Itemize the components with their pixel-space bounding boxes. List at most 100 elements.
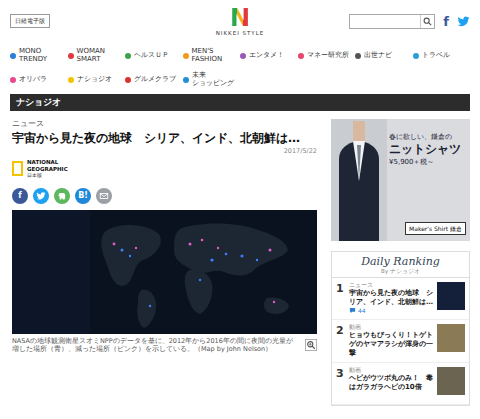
comment-icon (349, 307, 356, 314)
nav-label[interactable]: エンタメ！ (249, 52, 284, 60)
ranking-item[interactable]: 1ニュース宇宙から見た夜の地球 シリア、インド、北朝鮮は…44 (332, 278, 469, 320)
nav-label[interactable]: オリパラ (19, 76, 47, 84)
logo-mark[interactable]: N (230, 6, 250, 30)
nav-item[interactable]: 出世ナビ (355, 46, 413, 66)
ranking-number: 1 (336, 282, 345, 315)
logo-text[interactable]: NIKKEI STYLE (216, 30, 265, 37)
envelope-icon (99, 191, 109, 201)
nav-dot (68, 77, 74, 83)
nav-item[interactable]: MEN'S FASHION (183, 46, 241, 66)
twitter-share-button[interactable] (33, 188, 49, 204)
facebook-link[interactable]: f (443, 15, 449, 28)
ad-brand: Maker's Shirt 鎌倉 (405, 222, 466, 235)
twitter-icon (457, 15, 470, 28)
nav-label[interactable]: マネー研究所 (307, 52, 349, 60)
hatena-share-button[interactable]: B! (75, 188, 91, 204)
facebook-label[interactable]: f (443, 15, 449, 28)
ranking-category: ニュース (349, 282, 433, 289)
article-title: 宇宙から見た夜の地球 シリア、インド、北朝鮮は… (12, 131, 317, 147)
nav-item[interactable]: ナショジオ (68, 70, 126, 90)
night-map-image[interactable] (12, 210, 317, 334)
nav-label[interactable]: グルメクラブ (134, 76, 176, 84)
twitter-icon (36, 191, 46, 201)
comment-count[interactable]: 44 (349, 307, 433, 314)
category-nav: MONO TRENDY WOMAN SMART ヘルスＵＰ MEN'S FASHION… (0, 42, 480, 94)
article: ニュース宇宙から見た夜の地球 シリア、インド、北朝鮮は…2017/5/22NAT… (12, 119, 317, 406)
share-label[interactable]: B! (78, 192, 88, 200)
nav-item[interactable]: ヘルスＵＰ (125, 46, 183, 66)
nav-dot (10, 77, 16, 83)
article-date: 2017/5/22 (12, 147, 317, 156)
ad-line: ¥5,900＋税～ (389, 158, 466, 167)
nav-dot (125, 77, 131, 83)
ranking-title: Daily Ranking (332, 255, 469, 268)
ranking-title-link[interactable]: 宇宙から見た夜の地球 シリア、インド、北朝鮮は… (349, 289, 433, 307)
nav-item[interactable]: グルメクラブ (125, 70, 183, 90)
nav-dot (125, 53, 131, 59)
ranking-item[interactable]: 2動画ヒョウもびっくり！トゲトゲのヤマアラシが渾身の一撃 (332, 320, 469, 363)
nav-dot (10, 53, 16, 59)
nav-label[interactable]: 未来 ショッピング (192, 72, 234, 87)
search-field[interactable] (350, 15, 420, 28)
publisher-text: NATIONAL GEOGRAPHIC日本版 (27, 159, 68, 178)
nav-dot (183, 53, 189, 59)
header-left: 日経電子版 (10, 14, 216, 27)
edition-button[interactable]: 日経電子版 (10, 14, 50, 27)
ranking-header: Daily RankingBy ナショジオ (332, 252, 469, 278)
nav-item[interactable]: オリパラ (10, 70, 68, 90)
world-map-icon (12, 210, 317, 334)
mail-share-button[interactable] (96, 188, 112, 204)
nav-label[interactable]: ヘルスＵＰ (134, 52, 169, 60)
nav-dot (183, 77, 189, 83)
search-button[interactable] (420, 15, 434, 28)
nav-label[interactable]: MEN'S FASHION (192, 48, 223, 63)
ranking-item[interactable]: 3動画ヘビがウツボ丸のみ！ 毒はガラガラヘビの10倍 (332, 363, 469, 405)
nav-item[interactable]: エンタメ！ (240, 46, 298, 66)
section-bar: ナショジオ (10, 94, 470, 111)
publisher-edition: 日本版 (27, 172, 68, 178)
nav-label[interactable]: WOMAN SMART (77, 48, 106, 63)
nav-label[interactable]: トラベル (422, 52, 450, 60)
nav-item[interactable]: WOMAN SMART (68, 46, 126, 66)
twitter-link[interactable] (457, 15, 470, 28)
publisher-logo[interactable]: NATIONAL GEOGRAPHIC日本版 (12, 156, 317, 182)
ranking-thumbnail[interactable] (437, 282, 465, 310)
ranking-category: 動画 (349, 367, 433, 374)
ranking-title-link[interactable]: ヘビがウツボ丸のみ！ 毒はガラガラヘビの10倍 (349, 374, 433, 392)
ad-line: 春に欲しい、鎌倉の (389, 133, 466, 141)
nav-dot (240, 53, 246, 59)
evernote-share-button[interactable] (54, 188, 70, 204)
advertisement[interactable]: 春に欲しい、鎌倉のニットシャツ¥5,900＋税～ Maker's Shirt 鎌倉 (331, 119, 470, 241)
ad-line: ニットシャツ (389, 141, 466, 158)
image-caption: NASAの地球観測衛星スオミNPPのデータを基に、2012年から2016年の間に… (12, 337, 317, 355)
nav-item[interactable]: マネー研究所 (298, 46, 356, 66)
ad-copy: 春に欲しい、鎌倉のニットシャツ¥5,900＋税～ Maker's Shirt 鎌倉 (387, 119, 470, 241)
ranking-text: ニュース宇宙から見た夜の地球 シリア、インド、北朝鮮は…44 (349, 282, 433, 315)
nav-item[interactable]: MONO TRENDY (10, 46, 68, 66)
share-glyph (57, 191, 67, 201)
nav-label[interactable]: MONO TRENDY (19, 48, 47, 63)
sidebar: 春に欲しい、鎌倉のニットシャツ¥5,900＋税～ Maker's Shirt 鎌倉… (331, 119, 470, 406)
ranking-title-link[interactable]: ヒョウもびっくり！トゲトゲのヤマアラシが渾身の一撃 (349, 331, 433, 358)
ad-photo (331, 119, 387, 241)
ranking-thumbnail[interactable] (437, 367, 465, 395)
nav-label[interactable]: 出世ナビ (364, 52, 392, 60)
facebook-share-button[interactable]: f (12, 188, 28, 204)
daily-ranking: Daily RankingBy ナショジオ1ニュース宇宙から見た夜の地球 シリア… (331, 251, 470, 406)
site-logo[interactable]: NNIKKEI STYLE (216, 6, 265, 37)
zoom-button[interactable] (305, 339, 317, 351)
share-label[interactable]: f (18, 192, 21, 200)
nav-item[interactable]: 未来 ショッピング (183, 70, 241, 90)
nav-label[interactable]: ナショジオ (77, 76, 112, 84)
nav-item[interactable]: トラベル (413, 46, 471, 66)
nav-dot (298, 53, 304, 59)
header-right: f (264, 14, 470, 29)
suit-icon (331, 119, 387, 241)
ranking-text: 動画ヘビがウツボ丸のみ！ 毒はガラガラヘビの10倍 (349, 367, 433, 400)
nav-dot (413, 53, 419, 59)
ranking-thumbnail[interactable] (437, 324, 465, 352)
publisher-name: NATIONAL GEOGRAPHIC (27, 159, 68, 172)
comment-number: 44 (358, 307, 366, 314)
main-area: ニュース宇宙から見た夜の地球 シリア、インド、北朝鮮は…2017/5/22NAT… (0, 111, 480, 406)
ranking-number: 3 (336, 367, 345, 400)
